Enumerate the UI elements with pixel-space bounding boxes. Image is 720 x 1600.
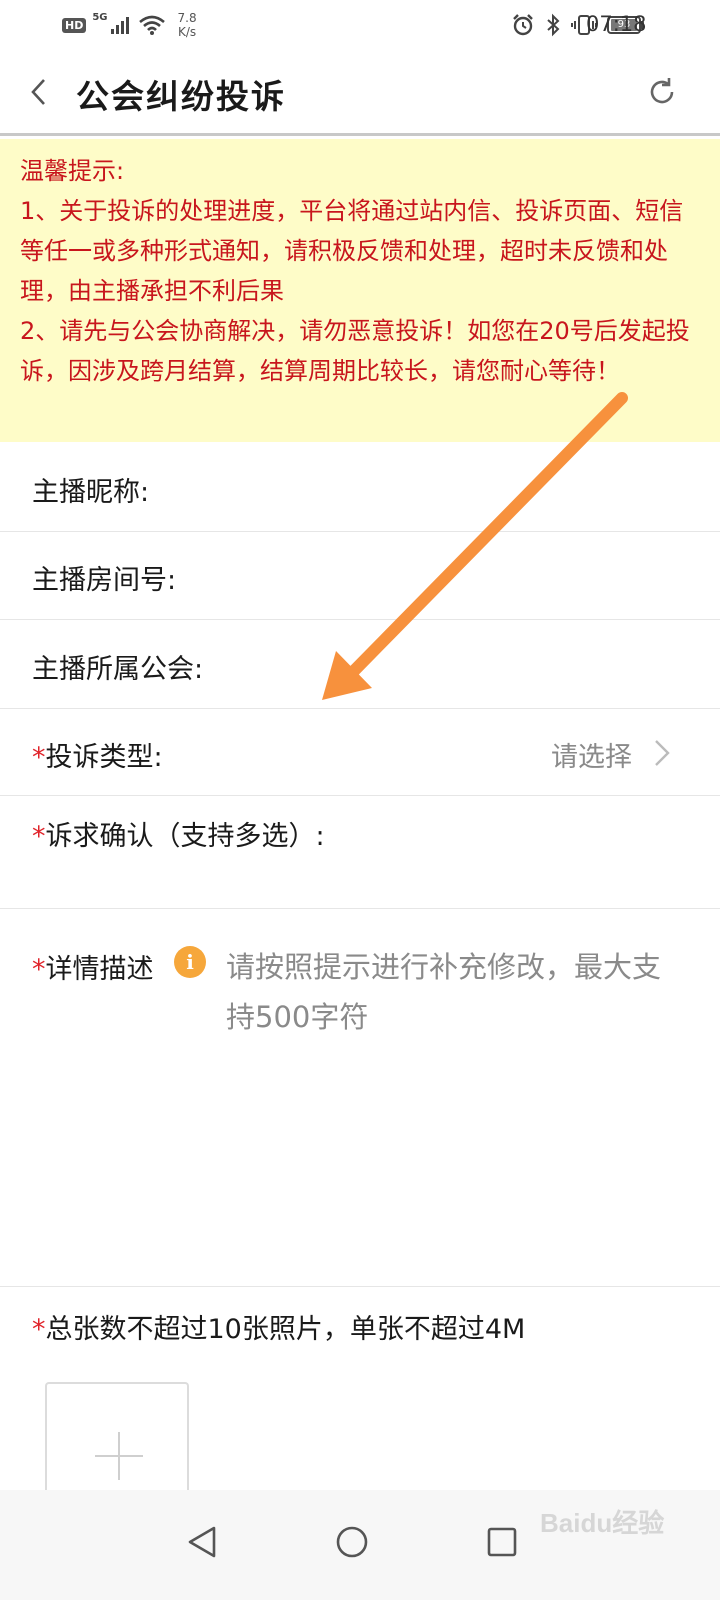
required-mark: * bbox=[32, 821, 46, 852]
back-button[interactable] bbox=[22, 72, 54, 112]
complaint-type-text: 投诉类型: bbox=[45, 742, 163, 773]
photo-label: *总张数不超过10张照片，单张不超过4M bbox=[32, 1307, 525, 1346]
nickname-row[interactable]: 主播昵称: bbox=[0, 443, 720, 532]
request-confirm-row: *诉求确认（支持多选）: bbox=[0, 796, 720, 909]
room-number-label: 主播房间号: bbox=[32, 565, 177, 596]
detail-label-text: 详情描述 bbox=[45, 954, 154, 985]
hd-badge: HD bbox=[62, 17, 87, 33]
speed-value: 7.8 bbox=[177, 11, 197, 25]
watermark-logo: Baidu经验 bbox=[540, 1508, 665, 1538]
wifi-icon bbox=[138, 15, 165, 35]
alarm-icon bbox=[513, 14, 533, 36]
required-mark: * bbox=[32, 742, 46, 773]
clock: 07:18 bbox=[586, 12, 647, 36]
detail-label: *详情描述 bbox=[32, 947, 154, 986]
network-speed: 7.8 K/s bbox=[178, 11, 197, 39]
request-confirm-label: *诉求确认（支持多选）: bbox=[32, 814, 325, 853]
add-photo-button[interactable] bbox=[45, 1382, 189, 1502]
chevron-right-icon bbox=[655, 740, 670, 766]
guild-row[interactable]: 主播所属公会: bbox=[0, 620, 720, 709]
info-icon[interactable]: i bbox=[174, 946, 206, 978]
request-confirm-text: 诉求确认（支持多选）: bbox=[45, 821, 325, 852]
bluetooth-icon bbox=[547, 13, 560, 37]
app-header: 公会纠纷投诉 bbox=[0, 48, 720, 136]
notice-line-2: 2、请先与公会协商解决，请勿恶意投诉！如您在20号后发起投诉，因涉及跨月结算，结… bbox=[20, 317, 690, 385]
complaint-type-select[interactable]: 请选择 bbox=[551, 735, 632, 774]
photo-label-text: 总张数不超过10张照片，单张不超过4M bbox=[45, 1314, 526, 1345]
nickname-label: 主播昵称: bbox=[32, 477, 150, 508]
notice-line-1: 1、关于投诉的处理进度，平台将通过站内信、投诉页面、短信等任一或多种形式通知，请… bbox=[20, 197, 684, 305]
detail-textarea[interactable]: 请按照提示进行补充修改，最大支持500字符 bbox=[226, 942, 666, 1042]
complaint-type-row[interactable]: *投诉类型: 请选择 bbox=[0, 709, 720, 796]
room-number-row[interactable]: 主播房间号: bbox=[0, 532, 720, 620]
nav-home-icon[interactable] bbox=[322, 1512, 382, 1572]
status-bar: HD 5G 7.8 K/s 93 07:18 bbox=[0, 0, 720, 48]
guild-label: 主播所属公会: bbox=[32, 654, 204, 685]
status-left: HD 5G 7.8 K/s bbox=[62, 10, 197, 40]
required-mark: * bbox=[32, 954, 46, 985]
page-title: 公会纠纷投诉 bbox=[76, 77, 286, 116]
signal-icon bbox=[110, 17, 129, 34]
complaint-type-label: *投诉类型: bbox=[32, 735, 163, 774]
chevron-left-icon bbox=[31, 79, 45, 105]
nav-back-icon[interactable] bbox=[172, 1512, 232, 1572]
notice-heading: 温馨提示: bbox=[20, 157, 125, 185]
nav-recents-icon[interactable] bbox=[472, 1512, 532, 1572]
notice-panel: 温馨提示: 1、关于投诉的处理进度，平台将通过站内信、投诉页面、短信等任一或多种… bbox=[0, 139, 720, 442]
network-type: 5G bbox=[92, 12, 108, 23]
refresh-icon[interactable] bbox=[646, 76, 678, 108]
required-mark: * bbox=[32, 1314, 46, 1345]
speed-unit: K/s bbox=[177, 25, 197, 39]
